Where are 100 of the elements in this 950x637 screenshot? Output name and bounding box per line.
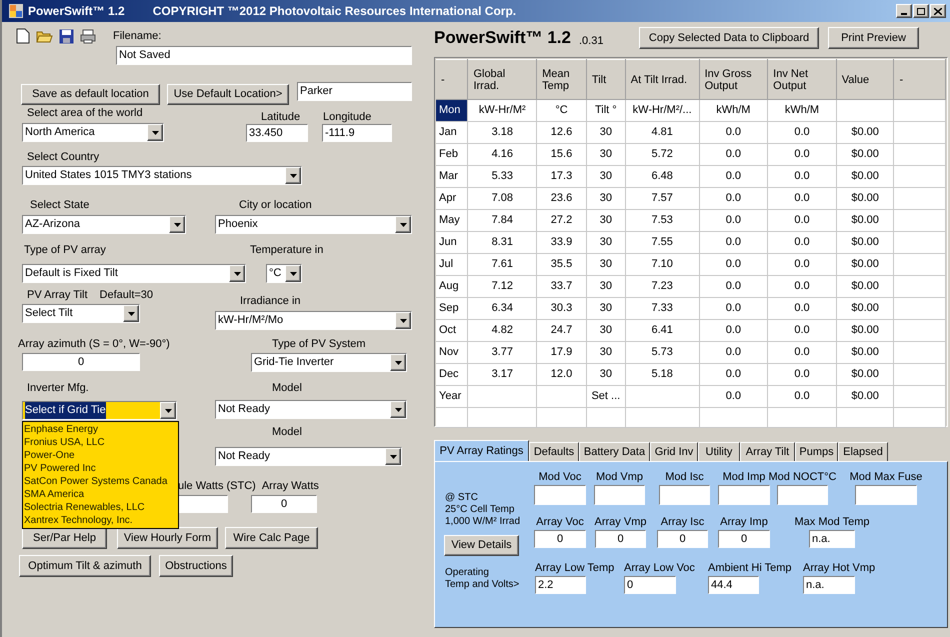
dropdown-button[interactable] <box>390 354 406 371</box>
dropdown-option[interactable]: Power-One <box>23 449 178 462</box>
rating-field[interactable]: 44.4 <box>708 576 759 594</box>
filename-field[interactable]: Not Saved <box>116 46 412 65</box>
rating-field[interactable]: 2.2 <box>535 576 586 594</box>
tab[interactable]: Array Tilt <box>740 442 795 461</box>
action-button[interactable]: Ser/Par Help <box>22 527 107 549</box>
use-default-location-button[interactable]: Use Default Location> <box>167 84 289 105</box>
rating-field[interactable] <box>534 485 586 505</box>
column-header[interactable]: Value <box>836 60 894 100</box>
row-header-cell[interactable]: May <box>436 210 468 232</box>
tab[interactable]: Grid Inv <box>650 442 698 461</box>
row-header-cell[interactable]: Jun <box>436 232 468 254</box>
dropdown-option[interactable]: Xantrex Technology, Inc. <box>23 514 178 527</box>
action-button[interactable]: View Hourly Form <box>117 527 218 549</box>
row-header-cell[interactable]: Jul <box>436 254 468 276</box>
temperature-unit-select[interactable]: °C <box>266 264 302 283</box>
row-header-cell[interactable]: Oct <box>436 320 468 342</box>
irradiance-unit-select[interactable]: kW-Hr/M²/Mo <box>215 311 412 330</box>
dropdown-button[interactable] <box>160 402 176 419</box>
rating-field[interactable]: 0 <box>624 576 676 594</box>
row-header-cell[interactable]: Sep <box>436 298 468 320</box>
dropdown-button[interactable] <box>385 448 401 465</box>
rating-field[interactable]: 0 <box>534 530 586 548</box>
row-header-cell[interactable]: Mar <box>436 166 468 188</box>
array-watts-field[interactable]: 0 <box>251 495 317 513</box>
view-details-button[interactable]: View Details <box>444 535 519 556</box>
new-document-icon[interactable] <box>16 28 30 44</box>
column-header[interactable]: At Tilt Irrad. <box>625 60 700 100</box>
dropdown-option[interactable]: Enphase Energy <box>23 423 178 436</box>
row-header-cell[interactable]: Year <box>436 386 468 408</box>
dropdown-option[interactable]: PV Powered Inc <box>23 462 178 475</box>
tab[interactable]: Defaults <box>529 442 579 461</box>
row-header-cell[interactable]: Apr <box>436 188 468 210</box>
dropdown-button[interactable] <box>123 305 139 322</box>
rating-field[interactable]: 0 <box>718 530 770 548</box>
rating-field[interactable] <box>659 485 710 505</box>
column-header[interactable]: Mean Temp <box>536 60 586 100</box>
country-select[interactable]: United States 1015 TMY3 stations <box>22 166 302 185</box>
rating-field[interactable] <box>855 485 917 505</box>
tab[interactable]: PV Array Ratings <box>434 440 529 461</box>
area-select[interactable]: North America <box>22 123 164 142</box>
rating-field[interactable]: n.a. <box>803 576 855 594</box>
dropdown-button[interactable] <box>285 167 301 184</box>
dropdown-option[interactable]: Solectria Renewables, LLC <box>23 501 178 514</box>
row-header-cell[interactable]: Aug <box>436 276 468 298</box>
model-select[interactable]: Not Ready <box>215 400 407 419</box>
column-header[interactable]: Inv Net Output <box>768 60 836 100</box>
action-button[interactable]: Wire Calc Page <box>225 527 318 549</box>
tab[interactable]: Elapsed <box>838 442 888 461</box>
dropdown-button[interactable] <box>390 401 406 418</box>
tab[interactable]: Battery Data <box>579 442 650 461</box>
maximize-icon[interactable] <box>913 4 929 18</box>
save-icon[interactable] <box>59 28 74 44</box>
row-header-cell[interactable]: Jan <box>436 122 468 144</box>
rating-field[interactable]: n.a. <box>809 530 855 548</box>
column-header[interactable]: Inv Gross Output <box>699 60 768 100</box>
dropdown-button[interactable] <box>169 216 185 233</box>
latitude-field[interactable]: 33.450 <box>246 124 308 142</box>
dropdown-option[interactable]: SatCon Power Systems Canada <box>23 475 178 488</box>
rating-field[interactable]: 0 <box>595 530 646 548</box>
rating-field[interactable] <box>777 485 828 505</box>
dropdown-button[interactable] <box>229 265 245 282</box>
module-watts-field[interactable] <box>178 495 228 513</box>
row-header-cell[interactable]: Nov <box>436 342 468 364</box>
column-header[interactable]: - <box>894 60 946 100</box>
pv-system-select[interactable]: Grid-Tie Inverter <box>251 353 407 372</box>
location-field[interactable]: Parker <box>297 82 412 101</box>
state-select[interactable]: AZ-Arizona <box>22 215 186 234</box>
tab[interactable]: Utility <box>698 442 740 461</box>
minimize-icon[interactable] <box>896 4 912 18</box>
dropdown-option[interactable]: SMA America <box>23 488 178 501</box>
dropdown-button[interactable] <box>395 216 411 233</box>
save-default-location-button[interactable]: Save as default location <box>21 84 160 105</box>
tilt-select[interactable]: Select Tilt <box>22 304 140 323</box>
column-header[interactable]: Global Irrad. <box>468 60 537 100</box>
open-folder-icon[interactable] <box>36 28 53 44</box>
close-icon[interactable] <box>930 4 946 18</box>
dropdown-option[interactable]: Fronius USA, LLC <box>23 436 178 449</box>
dropdown-button[interactable] <box>285 265 301 282</box>
action-button[interactable]: Obstructions <box>159 555 233 577</box>
row-header-cell[interactable]: Feb <box>436 144 468 166</box>
dropdown-button[interactable] <box>395 312 411 329</box>
column-header[interactable]: Tilt <box>586 60 626 100</box>
longitude-field[interactable]: -111.9 <box>322 124 392 142</box>
city-select[interactable]: Phoenix <box>215 215 412 234</box>
row-header-cell[interactable]: Mon <box>436 100 468 122</box>
inverter-mfg-select[interactable]: Select if Grid Tie <box>22 401 177 420</box>
action-button[interactable]: Optimum Tilt & azimuth <box>19 555 151 577</box>
copy-clipboard-button[interactable]: Copy Selected Data to Clipboard <box>639 27 819 49</box>
model-select[interactable]: Not Ready <box>215 447 402 466</box>
rating-field[interactable]: 0 <box>657 530 708 548</box>
printer-icon[interactable] <box>80 28 96 44</box>
row-header-cell[interactable]: Dec <box>436 364 468 386</box>
rating-field[interactable] <box>594 485 645 505</box>
dropdown-button[interactable] <box>147 124 163 141</box>
tab[interactable]: Pumps <box>795 442 838 461</box>
column-header[interactable]: - <box>436 60 468 100</box>
print-preview-button[interactable]: Print Preview <box>828 27 919 49</box>
rating-field[interactable] <box>718 485 770 505</box>
